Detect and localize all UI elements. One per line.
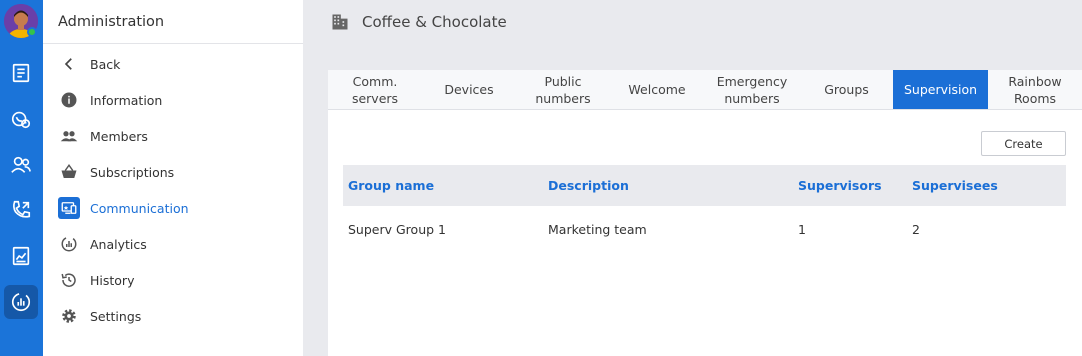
column-header[interactable]: Supervisees xyxy=(907,178,1066,193)
analytics-icon xyxy=(59,234,79,254)
presence-status-dot xyxy=(27,27,37,37)
tab-bar: Comm. servers Devices Public numbers Wel… xyxy=(328,70,1082,110)
tab-welcome[interactable]: Welcome xyxy=(610,70,704,109)
history-icon xyxy=(59,270,79,290)
nav-item-communication[interactable]: Communication xyxy=(43,190,303,226)
nav-item-subscriptions[interactable]: Subscriptions xyxy=(43,154,303,190)
create-button[interactable]: Create xyxy=(981,131,1066,156)
rail-contacts-button[interactable] xyxy=(4,148,38,182)
communication-icon xyxy=(58,197,80,219)
tab-emergency-numbers[interactable]: Emergency numbers xyxy=(704,70,800,109)
rail-call-settings-button[interactable] xyxy=(4,102,38,136)
chevron-left-icon xyxy=(59,54,79,74)
nav-item-label: Members xyxy=(90,128,148,144)
nav-item-label: History xyxy=(90,272,135,288)
rail-news-button[interactable] xyxy=(4,56,38,90)
cell-description: Marketing team xyxy=(548,221,647,237)
table-header: Group name Description Supervisors Super… xyxy=(343,165,1066,206)
tab-devices[interactable]: Devices xyxy=(422,70,516,109)
info-icon xyxy=(59,90,79,110)
nav-item-information[interactable]: Information xyxy=(43,82,303,118)
column-header[interactable]: Group name xyxy=(343,178,543,193)
nav-item-label: Subscriptions xyxy=(90,164,175,180)
tab-supervision[interactable]: Supervision xyxy=(893,70,988,109)
tab-public-numbers[interactable]: Public numbers xyxy=(516,70,610,109)
building-icon xyxy=(332,14,348,30)
table-row[interactable]: Superv Group 1 Marketing team 1 2 xyxy=(343,206,1066,252)
gear-icon xyxy=(59,306,79,326)
tab-groups[interactable]: Groups xyxy=(800,70,893,109)
supervision-table: Group name Description Supervisors Super… xyxy=(343,165,1066,252)
nav-item-back[interactable]: Back xyxy=(43,46,303,82)
basket-icon xyxy=(59,162,79,182)
phone-icon xyxy=(13,200,31,218)
rail-phone-button[interactable] xyxy=(4,193,38,227)
cell-group-name: Superv Group 1 xyxy=(348,221,446,237)
nav-item-history[interactable]: History xyxy=(43,262,303,298)
call-settings-icon xyxy=(11,111,31,129)
contacts-icon xyxy=(11,156,31,173)
page-header: Coffee & Chocolate xyxy=(303,0,1082,44)
analytics-admin-icon xyxy=(11,292,31,312)
panel-title: Administration xyxy=(43,0,303,44)
cell-supervisors: 1 xyxy=(798,221,806,237)
nav-item-label: Information xyxy=(90,92,163,108)
column-header[interactable]: Supervisors xyxy=(793,178,907,193)
nav-item-label: Back xyxy=(90,56,121,72)
nav-item-label: Communication xyxy=(90,200,189,216)
rail-report-button[interactable] xyxy=(4,239,38,273)
admin-panel: Administration Back Information Members … xyxy=(43,0,303,356)
news-icon xyxy=(12,63,30,83)
column-header[interactable]: Description xyxy=(543,178,793,193)
members-icon xyxy=(59,126,79,146)
page-title: Coffee & Chocolate xyxy=(362,13,507,31)
tab-comm-servers[interactable]: Comm. servers xyxy=(328,70,422,109)
tab-rainbow-rooms[interactable]: Rainbow Rooms xyxy=(988,70,1082,109)
content-card: Comm. servers Devices Public numbers Wel… xyxy=(328,70,1082,356)
nav-item-label: Settings xyxy=(90,308,142,324)
app-rail xyxy=(0,0,43,356)
nav-item-analytics[interactable]: Analytics xyxy=(43,226,303,262)
nav-item-label: Analytics xyxy=(90,236,147,252)
nav-item-settings[interactable]: Settings xyxy=(43,298,303,334)
report-icon xyxy=(12,246,30,266)
nav-item-members[interactable]: Members xyxy=(43,118,303,154)
cell-supervisees: 2 xyxy=(912,221,920,237)
rail-admin-button[interactable] xyxy=(4,285,38,319)
